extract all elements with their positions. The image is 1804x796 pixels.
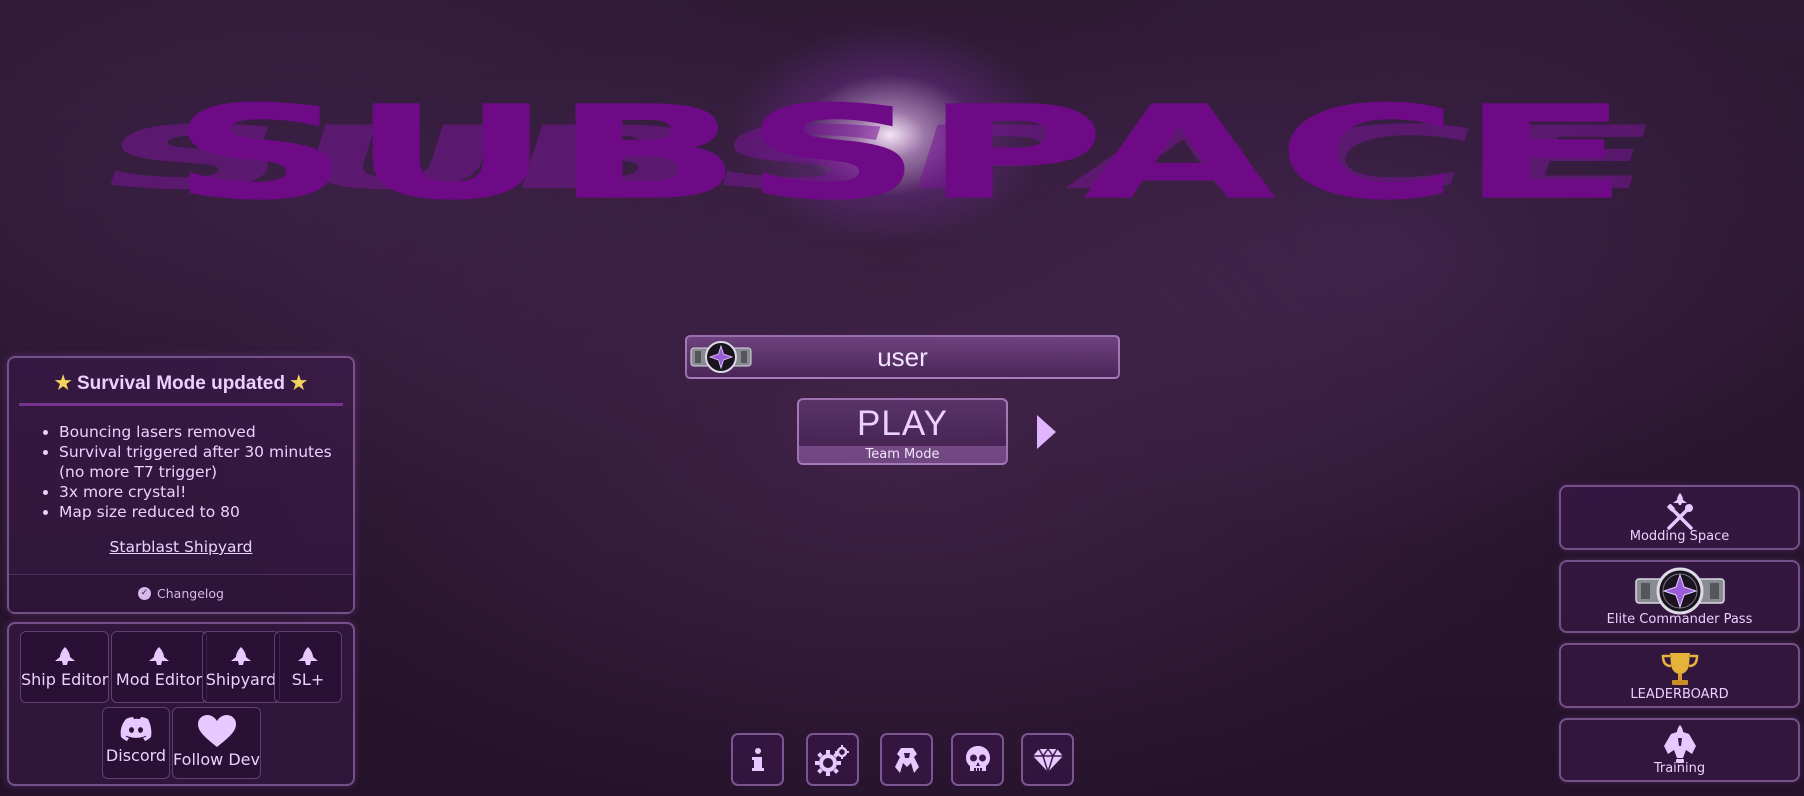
star-icon: ★ [290, 373, 308, 394]
ship-editor-label: Ship Editor [21, 670, 109, 689]
sl-plus-button[interactable]: SL+ [274, 631, 342, 703]
game-logo: SUBSPACE SUBSPACE [82, 60, 1700, 290]
training-label: Training [1653, 761, 1706, 776]
info-button[interactable] [731, 733, 784, 786]
discord-button[interactable]: Discord [102, 707, 170, 779]
info-icon [751, 747, 764, 771]
leaderboard-button[interactable]: LEADERBOARD [1559, 643, 1800, 708]
news-item: 3x more crystal! [59, 482, 335, 502]
news-list: Bouncing lasers removed Survival trigger… [59, 422, 353, 522]
elite-commander-pass-button[interactable]: Elite Commander Pass [1559, 560, 1800, 633]
mod-editor-button[interactable]: Mod Editor [111, 631, 207, 703]
news-title-text: Survival Mode updated [77, 373, 285, 394]
gems-button[interactable] [1021, 733, 1074, 786]
changelog-button[interactable]: ✓ Changelog [9, 574, 353, 612]
play-button[interactable]: PLAY Team Mode [797, 398, 1008, 465]
changelog-label: Changelog [157, 586, 224, 601]
settings-button[interactable] [806, 733, 859, 786]
elite-commander-pass-label: Elite Commander Pass [1606, 612, 1753, 627]
check-circle-icon: ✓ [138, 587, 152, 600]
news-item: Bouncing lasers removed [59, 422, 335, 442]
skull-icon [965, 745, 990, 771]
shipyard-button[interactable]: Shipyard [202, 631, 280, 703]
ship-icon [54, 647, 75, 665]
heart-icon [197, 715, 236, 747]
gem-icon [1032, 747, 1063, 773]
trophy-icon [1661, 653, 1698, 685]
tools-panel: Ship Editor Mod Editor Shipyard SL+ Disc… [7, 622, 355, 786]
training-ship-icon [1663, 725, 1696, 763]
mod-editor-label: Mod Editor [115, 670, 203, 689]
news-item: Map size reduced to 80 [59, 502, 335, 522]
modding-tools-icon [1666, 493, 1693, 530]
commander-badge-icon [690, 341, 752, 373]
ship-icon [231, 647, 251, 665]
ship-editor-button[interactable]: Ship Editor [20, 631, 109, 703]
player-name-value: user [877, 341, 928, 372]
settings-icon [814, 744, 849, 776]
next-mode-arrow-icon[interactable] [1034, 412, 1058, 452]
shipyard-label: Shipyard [205, 670, 277, 689]
game-mode-label: Team Mode [799, 446, 1006, 463]
starblast-shipyard-link[interactable]: Starblast Shipyard [9, 538, 353, 556]
news-title: ★ Survival Mode updated ★ [19, 372, 343, 406]
logo-text: SUBSPACE [170, 78, 1630, 229]
leaderboard-label: LEADERBOARD [1630, 687, 1729, 702]
modding-space-button[interactable]: Modding Space [1559, 485, 1800, 550]
news-item: Survival triggered after 30 minutes (no … [59, 442, 335, 482]
player-name-input[interactable]: user [685, 335, 1120, 379]
ship-icon [298, 647, 318, 665]
star-icon: ★ [54, 373, 72, 394]
follow-dev-button[interactable]: Follow Dev [172, 707, 261, 779]
ship-icon [894, 747, 919, 773]
follow-dev-label: Follow Dev [173, 750, 260, 769]
play-label: PLAY [857, 404, 948, 443]
elite-badge-icon [1634, 567, 1725, 615]
skull-button[interactable] [951, 733, 1004, 786]
sl-plus-label: SL+ [291, 670, 325, 689]
discord-icon [120, 717, 152, 741]
discord-label: Discord [105, 746, 167, 765]
ship-icon [149, 647, 169, 665]
training-button[interactable]: Training [1559, 718, 1800, 782]
ships-button[interactable] [880, 733, 933, 786]
news-panel: ★ Survival Mode updated ★ Bouncing laser… [7, 356, 355, 614]
modding-space-label: Modding Space [1629, 529, 1730, 544]
